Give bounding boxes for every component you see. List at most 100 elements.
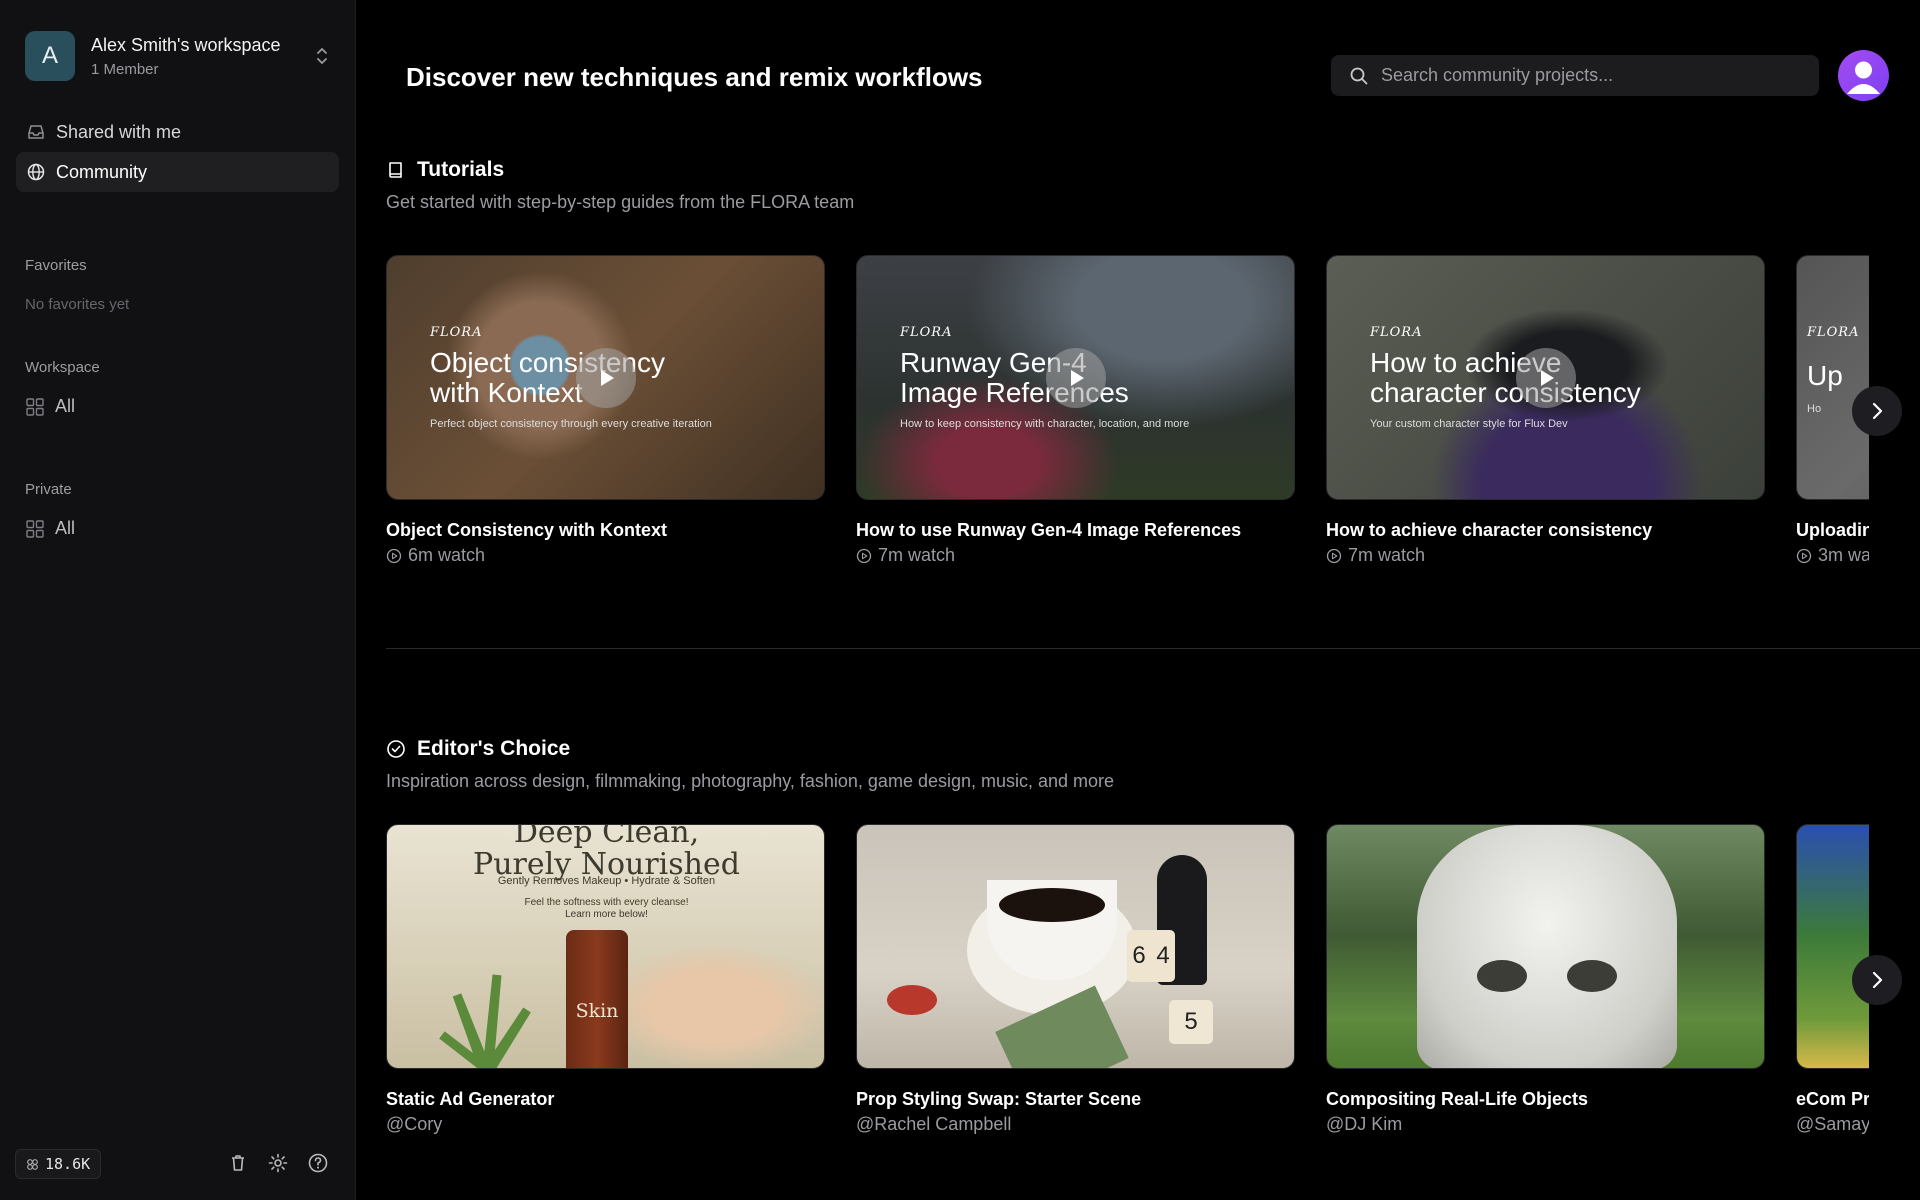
gear-icon[interactable]	[267, 1152, 289, 1174]
private-section-label: Private	[25, 481, 72, 498]
play-circle-icon	[856, 548, 872, 563]
play-button[interactable]	[1515, 347, 1576, 408]
tutorial-thumbnail: FLORA Object consistency with Kontext Pe…	[386, 255, 825, 500]
workspace-all-item[interactable]: All	[25, 396, 75, 417]
editors-choice-next-button[interactable]	[1852, 955, 1902, 1005]
giant-nose-sculpture	[1417, 825, 1677, 1068]
workspace-switcher[interactable]: A Alex Smith's workspace 1 Member	[25, 30, 331, 82]
page-title: Discover new techniques and remix workfl…	[406, 62, 983, 92]
dice-face-3: 5	[1184, 1008, 1198, 1035]
project-card[interactable]: Deep Clean, Purely Nourished Gently Remo…	[386, 824, 825, 1069]
project-card-author[interactable]: @Cory	[386, 1114, 442, 1135]
play-button[interactable]	[575, 347, 636, 408]
tutorials-next-button[interactable]	[1852, 386, 1902, 436]
help-icon[interactable]	[307, 1152, 329, 1174]
ad-copy-2: Learn more below!	[565, 909, 648, 920]
project-card-title[interactable]: Static Ad Generator	[386, 1089, 554, 1110]
chevron-up-down-icon	[317, 48, 327, 64]
project-card-author[interactable]: @DJ Kim	[1326, 1114, 1402, 1135]
tutorials-title: Tutorials	[417, 158, 505, 181]
project-card-author[interactable]: @Samay	[1796, 1114, 1869, 1135]
project-card[interactable]: 6 4 5	[856, 824, 1295, 1069]
thumb-subtext: Ho	[1807, 403, 1822, 415]
dice-face-2: 4	[1156, 942, 1170, 969]
dice: 5	[1169, 1000, 1213, 1044]
editors-choice-title: Editor's Choice	[417, 737, 571, 760]
product-bottle: Skin	[566, 930, 628, 1068]
watch-time: 7m watch	[878, 545, 956, 565]
tutorial-thumbnail: FLORA Up Ho	[1796, 255, 1869, 500]
search-input[interactable]	[1381, 65, 1801, 86]
dice-face-1: 6	[1132, 942, 1146, 969]
workspace-section-label: Workspace	[25, 359, 100, 376]
main-content: Discover new techniques and remix workfl…	[357, 0, 1920, 1200]
project-card[interactable]	[1796, 824, 1869, 1069]
credits-badge[interactable]: 18.6K	[15, 1149, 102, 1179]
tutorial-card[interactable]: FLORA Up Ho	[1796, 255, 1869, 500]
thumb-subtext: Perfect object consistency through every…	[430, 418, 712, 430]
tutorials-heading: Tutorials	[386, 158, 504, 182]
ad-headline-line-1: Deep Clean,	[513, 824, 700, 850]
credits-value: 18.6K	[45, 1155, 91, 1173]
tutorial-card-title[interactable]: How to achieve character consistency	[1326, 520, 1652, 541]
tutorial-thumbnail: FLORA Runway Gen-4 Image References How …	[856, 255, 1295, 500]
badge-check-icon	[387, 740, 405, 758]
user-avatar[interactable]	[1838, 50, 1889, 101]
editors-choice-carousel: Deep Clean, Purely Nourished Gently Remo…	[386, 824, 1869, 1069]
tutorial-card-meta: 7m watch	[856, 545, 955, 566]
ad-tagline: Gently Removes Makeup • Hydrate & Soften	[497, 875, 716, 887]
grid-icon	[26, 519, 44, 538]
project-card[interactable]	[1326, 824, 1765, 1069]
coffee	[999, 888, 1105, 922]
workspace-avatar: A	[25, 31, 75, 81]
ad-copy-1: Feel the softness with every cleanse!	[524, 897, 689, 908]
nav-community[interactable]: Community	[16, 152, 339, 192]
search-icon	[1350, 67, 1368, 84]
flora-logo: FLORA	[1370, 325, 1423, 340]
nostril-left	[1477, 960, 1527, 992]
credits-icon	[27, 1158, 38, 1170]
project-thumbnail: Deep Clean, Purely Nourished Gently Remo…	[386, 824, 825, 1069]
thumb-subtext: How to keep consistency with character, …	[900, 418, 1190, 430]
editors-choice-subtitle: Inspiration across design, filmmaking, p…	[386, 771, 1115, 791]
trash-icon[interactable]	[227, 1152, 249, 1174]
project-thumbnail	[1326, 824, 1765, 1069]
dice: 6 4	[1127, 930, 1175, 982]
tutorial-card-meta: 6m watch	[386, 545, 485, 566]
tutorial-card[interactable]: FLORA Object consistency with Kontext Pe…	[386, 255, 825, 500]
play-button[interactable]	[1045, 347, 1106, 408]
workspace-name: Alex Smith's workspace	[91, 34, 281, 55]
watch-time: 6m watch	[408, 545, 486, 565]
ad-headline: Deep Clean, Purely Nourished	[387, 824, 824, 881]
nav-shared-with-me[interactable]: Shared with me	[16, 112, 339, 152]
flora-logo: FLORA	[430, 325, 483, 340]
project-card-author[interactable]: @Rachel Campbell	[856, 1114, 1011, 1135]
thumb-heading-line-2: with Kontext	[430, 377, 583, 408]
play-icon	[1540, 369, 1554, 386]
user-icon	[1847, 61, 1880, 94]
watch-time: 7m watch	[1348, 545, 1426, 565]
thumb-heading-line-1: Up	[1807, 360, 1843, 391]
workspace-all-label: All	[55, 396, 76, 416]
editors-choice-heading: Editor's Choice	[386, 737, 570, 761]
favorites-label: Favorites	[25, 257, 87, 274]
tutorial-card[interactable]: FLORA How to achieve character consisten…	[1326, 255, 1765, 500]
project-card-title[interactable]: Compositing Real-Life Objects	[1326, 1089, 1588, 1110]
project-thumbnail: 6 4 5	[856, 824, 1295, 1069]
play-circle-icon	[1796, 548, 1812, 563]
favorites-empty-note: No favorites yet	[25, 296, 130, 313]
tutorial-card-title[interactable]: Object Consistency with Kontext	[386, 520, 667, 541]
tutorials-subtitle: Get started with step-by-step guides fro…	[386, 192, 855, 212]
search-box[interactable]	[1331, 55, 1819, 96]
tutorial-card-title[interactable]: How to use Runway Gen-4 Image References	[856, 520, 1241, 541]
private-all-item[interactable]: All	[25, 518, 75, 539]
project-card-title[interactable]: eCom Pro	[1796, 1089, 1869, 1110]
watch-time: 3m wa	[1818, 545, 1869, 565]
tutorial-card[interactable]: FLORA Runway Gen-4 Image References How …	[856, 255, 1295, 500]
thumb-heading-line-2: character consistency	[1370, 377, 1641, 408]
project-card-title[interactable]: Prop Styling Swap: Starter Scene	[856, 1089, 1141, 1110]
tutorial-card-title[interactable]: Uploading	[1796, 520, 1869, 541]
red-chip	[887, 985, 937, 1015]
chevron-right-icon	[1872, 402, 1883, 420]
grid-icon	[26, 397, 44, 416]
